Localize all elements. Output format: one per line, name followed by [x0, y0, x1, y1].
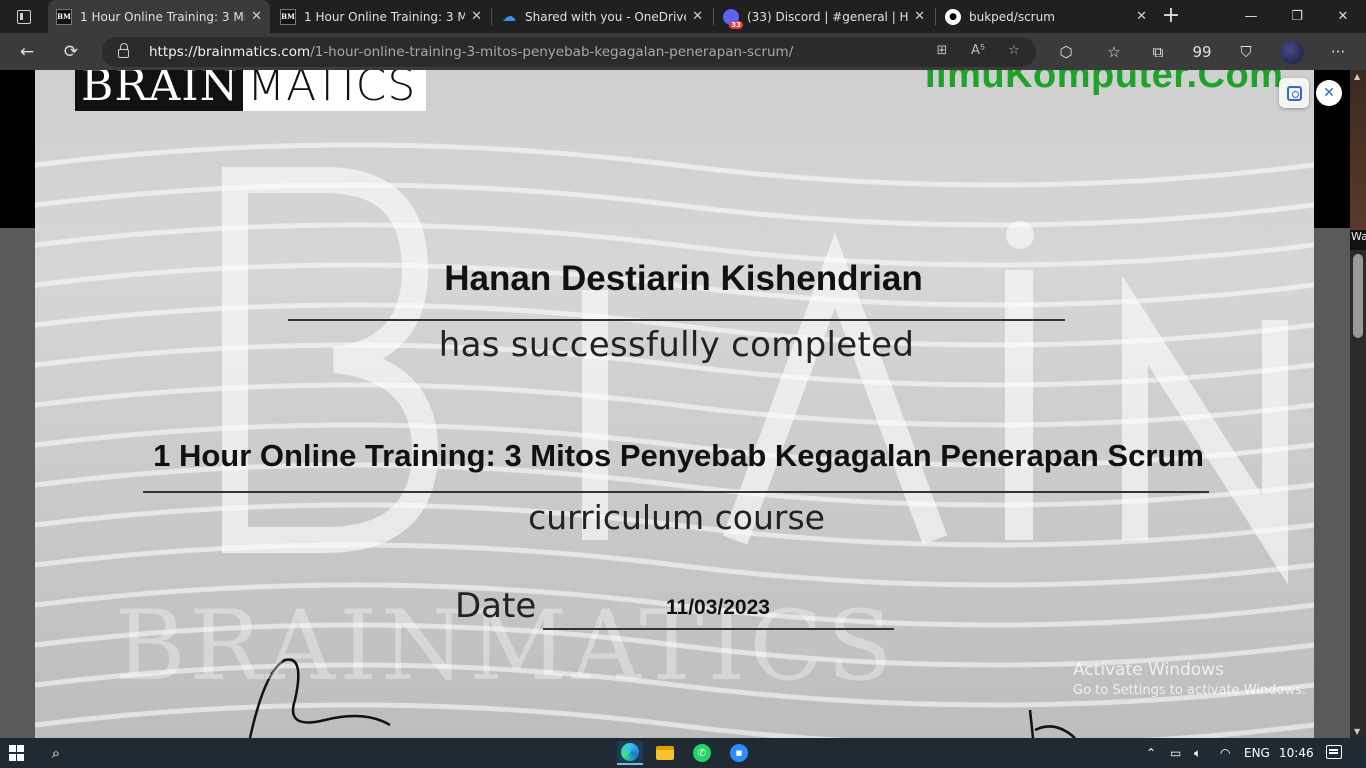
address-bar[interactable]: https://brainmatics.com/1-hour-online-tr…: [102, 37, 1036, 67]
visual-search-icon: [1286, 85, 1302, 101]
page-content: BRAINMATICS BRAIN MATICS IlmuKomputer.Co…: [0, 70, 1366, 738]
quote-icon[interactable]: 99: [1190, 40, 1214, 64]
tray-overflow-icon[interactable]: ⌃: [1146, 738, 1156, 768]
back-button[interactable]: ←: [12, 37, 42, 67]
collections-icon[interactable]: ⧉: [1146, 40, 1170, 64]
notification-icon[interactable]: [1326, 745, 1342, 759]
tab-title: 1 Hour Online Training: 3 Mitos: [304, 9, 466, 24]
visual-search-button[interactable]: [1279, 78, 1309, 108]
tab-brainmatics-1[interactable]: BM 1 Hour Online Training: 3 Mitos ✕: [48, 0, 270, 33]
completion-statement: has successfully completed: [438, 325, 915, 365]
tab-close-icon[interactable]: ✕: [914, 9, 925, 24]
url-text[interactable]: https://brainmatics.com/1-hour-online-tr…: [149, 44, 793, 60]
tab-title: bukped/scrum: [969, 9, 1055, 24]
date-value: 11/03/2023: [666, 596, 770, 619]
add-favorite-icon[interactable]: ☆: [1004, 43, 1024, 61]
tab-close-icon[interactable]: ✕: [1136, 9, 1147, 24]
read-aloud-icon[interactable]: A⁵: [968, 43, 988, 61]
page-scrollbar[interactable]: ▲ ▼: [1350, 70, 1366, 738]
tab-separator: [491, 8, 492, 25]
course-underline: [143, 491, 1209, 493]
name-underline: [288, 319, 1065, 321]
course-title: 1 Hour Online Training: 3 Mitos Penyebab…: [153, 438, 1204, 473]
date-underline: [543, 628, 894, 630]
tab-discord[interactable]: 33 (33) Discord | #general | Haha ✕: [715, 0, 933, 33]
browser-essentials-icon[interactable]: ⛉: [1234, 40, 1258, 64]
certificate-image: BRAINMATICS BRAIN MATICS IlmuKomputer.Co…: [35, 70, 1314, 738]
close-window-button[interactable]: ✕: [1320, 0, 1366, 33]
activate-windows-watermark: Activate Windows Go to Settings to activ…: [1073, 660, 1306, 698]
favorites-icon[interactable]: ☆: [1102, 40, 1126, 64]
date-label: Date: [455, 586, 537, 626]
scrollbar-thumb[interactable]: [1353, 254, 1363, 338]
tab-title: Shared with you - OneDrive: [525, 9, 687, 24]
video-letterbox-left: [0, 70, 35, 228]
github-icon: ●: [945, 8, 961, 25]
whatsapp-icon: ✆: [693, 744, 711, 762]
tab-actions-button[interactable]: [8, 5, 40, 29]
folder-icon: [656, 746, 674, 760]
logo-matics-part: MATICS: [247, 70, 417, 111]
tab-close-icon[interactable]: ✕: [251, 9, 262, 24]
windows-taskbar: ⌕ ✆ ■ ⌃ ▭ 🔈︎ ◠ ENG 10:46: [0, 738, 1366, 768]
ilmukomputer-logo: IlmuKomputer.Com: [925, 70, 1284, 96]
tab-strip: BM 1 Hour Online Training: 3 Mitos ✕ BM …: [0, 0, 1366, 33]
wifi-icon[interactable]: ◠: [1220, 738, 1230, 768]
brainmatics-favicon: BM: [56, 8, 72, 25]
brainmatics-logo: BRAIN MATICS: [75, 70, 426, 111]
language-indicator[interactable]: ENG: [1244, 738, 1270, 768]
url-domain: https://brainmatics.com: [149, 44, 311, 60]
brainmatics-favicon: BM: [280, 8, 296, 25]
scroll-down-icon[interactable]: ▼: [1354, 727, 1360, 736]
edge-browser-taskbar-icon[interactable]: [617, 741, 643, 765]
app-available-icon[interactable]: ⊞: [932, 43, 952, 61]
search-icon[interactable]: ⌕: [44, 741, 68, 765]
course-type: curriculum course: [528, 498, 825, 537]
activate-title: Activate Windows: [1073, 660, 1224, 680]
zoom-taskbar-icon[interactable]: ■: [727, 741, 751, 765]
url-path: /1-hour-online-training-3-mitos-penyebab…: [310, 44, 794, 60]
file-explorer-taskbar-icon[interactable]: [653, 741, 677, 765]
scroll-up-icon[interactable]: ▲: [1354, 72, 1360, 81]
recipient-name: Hanan Destiarin Kishendrian: [444, 259, 923, 298]
browser-toolbar: ← ⟳ https://brainmatics.com/1-hour-onlin…: [0, 33, 1366, 70]
onedrive-cloud-icon: ☁: [502, 8, 516, 25]
tab-title: (33) Discord | #general | Haha: [747, 9, 909, 24]
volume-icon[interactable]: 🔈︎: [1194, 738, 1201, 768]
refresh-button[interactable]: ⟳: [56, 37, 86, 67]
new-tab-button[interactable]: +: [1158, 4, 1184, 30]
discord-badge: 33: [729, 20, 743, 29]
restore-button[interactable]: ❐: [1274, 0, 1320, 33]
tab-brainmatics-2[interactable]: BM 1 Hour Online Training: 3 Mitos ✕: [272, 0, 490, 33]
discord-icon: 33: [723, 8, 743, 29]
tab-separator: [713, 8, 714, 25]
tab-separator: [935, 8, 936, 25]
edge-icon: [621, 743, 639, 761]
close-icon: ✕: [1323, 85, 1335, 101]
minimize-button[interactable]: —: [1228, 0, 1274, 33]
clock[interactable]: 10:46: [1279, 738, 1314, 768]
more-menu-icon[interactable]: ···: [1326, 40, 1350, 64]
start-button[interactable]: [8, 745, 24, 761]
battery-icon[interactable]: ▭: [1170, 738, 1181, 768]
tab-actions-icon: [17, 10, 31, 24]
tab-close-icon[interactable]: ✕: [692, 9, 703, 24]
tab-onedrive[interactable]: ☁ Shared with you - OneDrive ✕: [493, 0, 711, 33]
profile-avatar[interactable]: [1280, 40, 1304, 64]
logo-brain-part: BRAIN: [75, 70, 244, 111]
tab-close-icon[interactable]: ✕: [471, 9, 482, 24]
extensions-icon[interactable]: ⬡: [1054, 40, 1078, 64]
tab-github[interactable]: ● bukped/scrum ✕: [937, 0, 1155, 33]
whatsapp-taskbar-icon[interactable]: ✆: [690, 741, 714, 765]
zoom-icon: ■: [730, 744, 748, 762]
tab-title: 1 Hour Online Training: 3 Mitos: [80, 9, 245, 24]
close-overlay-button[interactable]: ✕: [1316, 80, 1342, 106]
activate-subtitle: Go to Settings to activate Windows.: [1073, 683, 1306, 698]
lock-icon[interactable]: [118, 43, 129, 58]
